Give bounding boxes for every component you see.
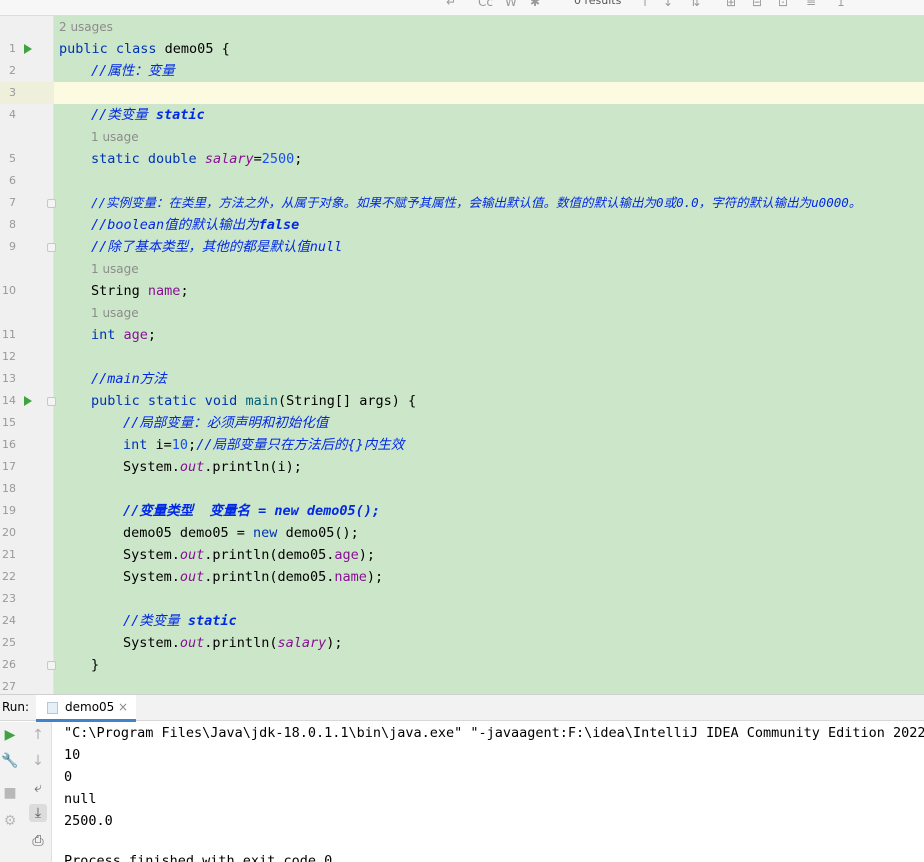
filter-results-icon[interactable]: ≡ <box>806 0 816 9</box>
code-line-13: //main方法 <box>91 371 167 387</box>
close-icon[interactable]: × <box>118 700 128 714</box>
fold-icon[interactable] <box>47 397 56 406</box>
line-number: 1 <box>9 42 16 55</box>
run-class-icon[interactable] <box>24 44 32 54</box>
add-selection-icon[interactable]: ⊞ <box>726 0 736 9</box>
line-number: 3 <box>9 86 16 99</box>
line-number: 6 <box>9 174 16 187</box>
code-line-21: System.out.println(demo05.age); <box>123 547 375 563</box>
run-main-icon[interactable] <box>24 396 32 406</box>
line-number: 27 <box>2 680 16 693</box>
code-line-11: int age; <box>91 327 157 343</box>
line-number: 13 <box>2 372 16 385</box>
stop-icon[interactable]: ■ <box>1 784 19 802</box>
line-number: 10 <box>2 284 16 297</box>
arrow-up-icon[interactable]: ↑ <box>29 726 47 744</box>
console-line: Process finished with exit code 0 <box>64 853 333 862</box>
code-line-15: //局部变量：必须声明和初始化值 <box>123 415 329 431</box>
usages-hint[interactable]: 1 usage <box>91 302 139 324</box>
console-line: null <box>64 791 97 807</box>
line-number: 16 <box>2 438 16 451</box>
fold-icon[interactable] <box>47 243 56 252</box>
line-number: 7 <box>9 196 16 209</box>
settings-icon[interactable]: ⊡ <box>778 0 788 9</box>
settings-icon[interactable]: ⚙ <box>1 812 19 830</box>
find-toolbar: ↵ Cc W ✱ 0 results ↑ ↓ ⇅ ⊞ ⊟ ⊡ ≡ ↥ <box>0 0 924 16</box>
scroll-to-end-icon[interactable]: ⤓ <box>29 804 47 822</box>
code-line-16: int i=10;//局部变量只在方法后的{}内生效 <box>123 437 405 453</box>
usages-hint[interactable]: 2 usages <box>59 16 113 38</box>
line-number: 26 <box>2 658 16 671</box>
select-all-occurrences-icon[interactable]: ⇅ <box>690 0 700 9</box>
line-number: 20 <box>2 526 16 539</box>
line-number: 25 <box>2 636 16 649</box>
line-number: 14 <box>2 394 16 407</box>
code-line-8: //boolean值的默认输出为false <box>91 217 300 233</box>
line-number: 12 <box>2 350 16 363</box>
run-tab-demo05[interactable]: demo05 × <box>36 695 136 722</box>
line-number: 5 <box>9 152 16 165</box>
line-number: 8 <box>9 218 16 231</box>
code-line-22: System.out.println(demo05.name); <box>123 569 384 585</box>
whole-words-icon[interactable]: W <box>505 0 517 9</box>
code-line-2: //属性：变量 <box>91 63 175 79</box>
wrench-icon[interactable]: 🔧 <box>1 752 19 770</box>
line-number: 4 <box>9 108 16 121</box>
arrow-up-icon[interactable]: ↑ <box>640 0 650 9</box>
line-number: 9 <box>9 240 16 253</box>
code-line-10: String name; <box>91 283 189 299</box>
run-toolbar: ▶ ↑ 🔧 ↓ ⤶ ■ ⤓ ⚙ ⎙ <box>0 722 52 862</box>
code-line-4: //类变量 static <box>91 107 205 123</box>
line-number: 24 <box>2 614 16 627</box>
line-number: 19 <box>2 504 16 517</box>
print-icon[interactable]: ⎙ <box>29 832 47 850</box>
code-editor[interactable]: 1 2 3 4 5 6 7 8 9 10 11 12 13 14 15 16 1… <box>0 16 924 694</box>
line-number: 22 <box>2 570 16 583</box>
usages-hint[interactable]: 1 usage <box>91 258 139 280</box>
console-output[interactable]: "C:\Program Files\Java\jdk-18.0.1.1\bin\… <box>53 722 924 862</box>
code-line-9: //除了基本类型，其他的都是默认值null <box>91 239 343 255</box>
code-line-24: //类变量 static <box>123 613 237 629</box>
soft-wrap-icon[interactable]: ⤶ <box>29 779 47 797</box>
return-icon[interactable]: ↵ <box>446 0 456 9</box>
line-number: 15 <box>2 416 16 429</box>
code-line-7: //实例变量：在类里，方法之外，从属于对象。如果不赋予其属性，会输出默认值。数值… <box>91 195 862 210</box>
line-number: 2 <box>9 64 16 77</box>
console-file-icon <box>47 702 58 714</box>
code-line-20: demo05 demo05 = new demo05(); <box>123 525 359 541</box>
usages-hint[interactable]: 1 usage <box>91 126 139 148</box>
filter-icon[interactable]: ⊟ <box>752 0 762 9</box>
code-line-1: public class demo05 { <box>59 41 230 57</box>
line-number: 23 <box>2 592 16 605</box>
fold-icon[interactable] <box>47 199 56 208</box>
code-line-19: //变量类型 变量名 = new demo05(); <box>123 503 381 519</box>
console-line: "C:\Program Files\Java\jdk-18.0.1.1\bin\… <box>64 725 924 741</box>
rerun-icon[interactable]: ▶ <box>1 726 19 744</box>
code-line-17: System.out.println(i); <box>123 459 302 475</box>
arrow-down-icon[interactable]: ↓ <box>29 752 47 770</box>
code-line-26: } <box>91 657 100 673</box>
line-number: 11 <box>2 328 16 341</box>
run-tool-window-header: Run: demo05 × <box>0 694 924 722</box>
console-line: 10 <box>64 747 81 763</box>
line-number: 21 <box>2 548 16 561</box>
arrow-down-icon[interactable]: ↓ <box>663 0 673 9</box>
code-line-25: System.out.println(salary); <box>123 635 343 651</box>
pin-icon[interactable]: ↥ <box>836 0 846 9</box>
code-line-5: static double salary=2500; <box>91 151 303 167</box>
console-line: 0 <box>64 769 73 785</box>
match-case-icon[interactable]: Cc <box>478 0 493 9</box>
run-tab-label: demo05 <box>65 700 115 714</box>
run-label: Run: <box>2 700 30 714</box>
code-line-14: public static void main(String[] args) { <box>91 393 417 409</box>
line-number: 18 <box>2 482 16 495</box>
console-line: 2500.0 <box>64 813 113 829</box>
current-line-highlight <box>0 82 924 104</box>
search-results-count: 0 results <box>574 0 622 7</box>
line-number: 17 <box>2 460 16 473</box>
regex-icon[interactable]: ✱ <box>530 0 540 9</box>
fold-icon[interactable] <box>47 661 56 670</box>
